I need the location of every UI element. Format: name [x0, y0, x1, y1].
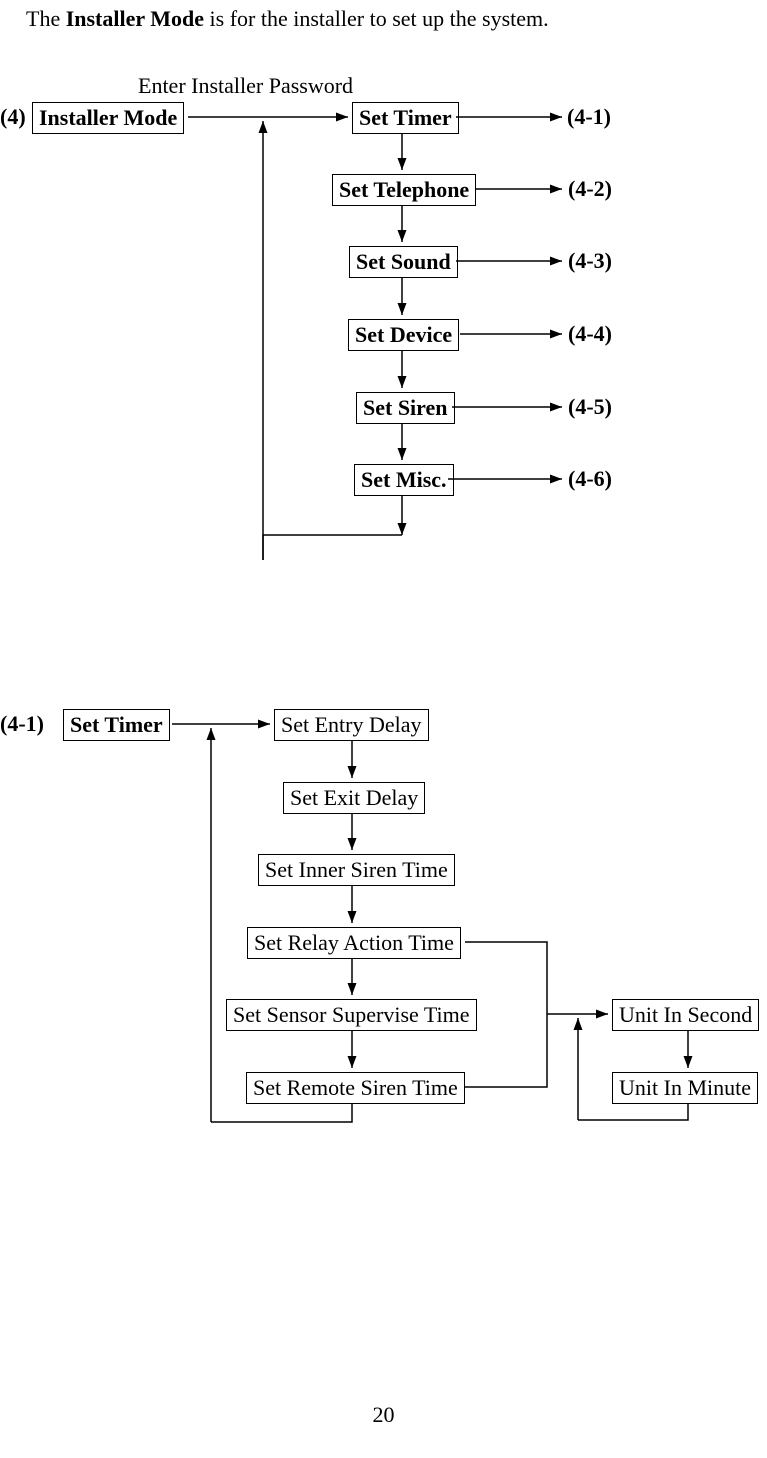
d1-item-2-box: Set Sound	[349, 246, 458, 278]
d2-item-1-box: Set Exit Delay	[283, 782, 425, 814]
d1-item-0-ref: (4-1)	[567, 104, 611, 130]
d1-item-3-box: Set Device	[348, 319, 459, 351]
d1-item-5-ref: (4-6)	[568, 466, 612, 492]
d1-item-4-label: Set Siren	[363, 395, 448, 420]
d2-item-1-label: Set Exit Delay	[290, 785, 418, 810]
d2-item-3-label: Set Relay Action Time	[254, 930, 454, 955]
d1-item-1-box: Set Telephone	[332, 174, 476, 206]
d1-item-4-box: Set Siren	[356, 392, 455, 424]
d1-item-1-label: Set Telephone	[339, 177, 469, 202]
d2-item-0-box: Set Entry Delay	[274, 709, 429, 741]
page-number: 20	[0, 1402, 767, 1428]
page: The Installer Mode is for the installer …	[0, 0, 767, 1458]
d1-root-label: Installer Mode	[39, 105, 177, 130]
d1-root-box: Installer Mode	[32, 102, 184, 134]
d1-item-0-label: Set Timer	[359, 105, 452, 130]
d2-unit-1-label: Unit In Minute	[619, 1075, 751, 1100]
intro-suffix: is for the installer to set up the syste…	[204, 6, 549, 31]
d2-root-label: Set Timer	[70, 712, 163, 737]
d2-root-ref: (4-1)	[0, 711, 44, 737]
d1-item-5-label: Set Misc.	[361, 467, 447, 492]
d1-item-3-ref: (4-4)	[568, 321, 612, 347]
password-label: Enter Installer Password	[138, 73, 353, 99]
intro-bold: Installer Mode	[66, 6, 204, 31]
d2-item-4-label: Set Sensor Supervise Time	[233, 1002, 470, 1027]
intro-prefix: The	[26, 6, 66, 31]
d1-item-2-ref: (4-3)	[568, 248, 612, 274]
d2-root-box: Set Timer	[63, 709, 170, 741]
d1-item-0-box: Set Timer	[352, 102, 459, 134]
intro-text: The Installer Mode is for the installer …	[26, 6, 549, 32]
d2-unit-1-box: Unit In Minute	[612, 1072, 758, 1104]
d2-item-5-box: Set Remote Siren Time	[246, 1072, 465, 1104]
d2-item-0-label: Set Entry Delay	[281, 712, 422, 737]
d1-item-1-ref: (4-2)	[568, 176, 612, 202]
d2-unit-0-box: Unit In Second	[612, 999, 759, 1031]
d2-item-4-box: Set Sensor Supervise Time	[226, 999, 477, 1031]
d1-item-3-label: Set Device	[355, 322, 452, 347]
d1-item-4-ref: (4-5)	[568, 394, 612, 420]
d2-item-2-box: Set Inner Siren Time	[258, 854, 455, 886]
d2-item-2-label: Set Inner Siren Time	[265, 857, 448, 882]
d2-unit-0-label: Unit In Second	[619, 1002, 752, 1027]
d2-item-5-label: Set Remote Siren Time	[253, 1075, 458, 1100]
d2-item-3-box: Set Relay Action Time	[247, 927, 461, 959]
d1-root-ref: (4)	[0, 104, 26, 130]
d1-item-5-box: Set Misc.	[354, 464, 454, 496]
d1-item-2-label: Set Sound	[356, 249, 451, 274]
